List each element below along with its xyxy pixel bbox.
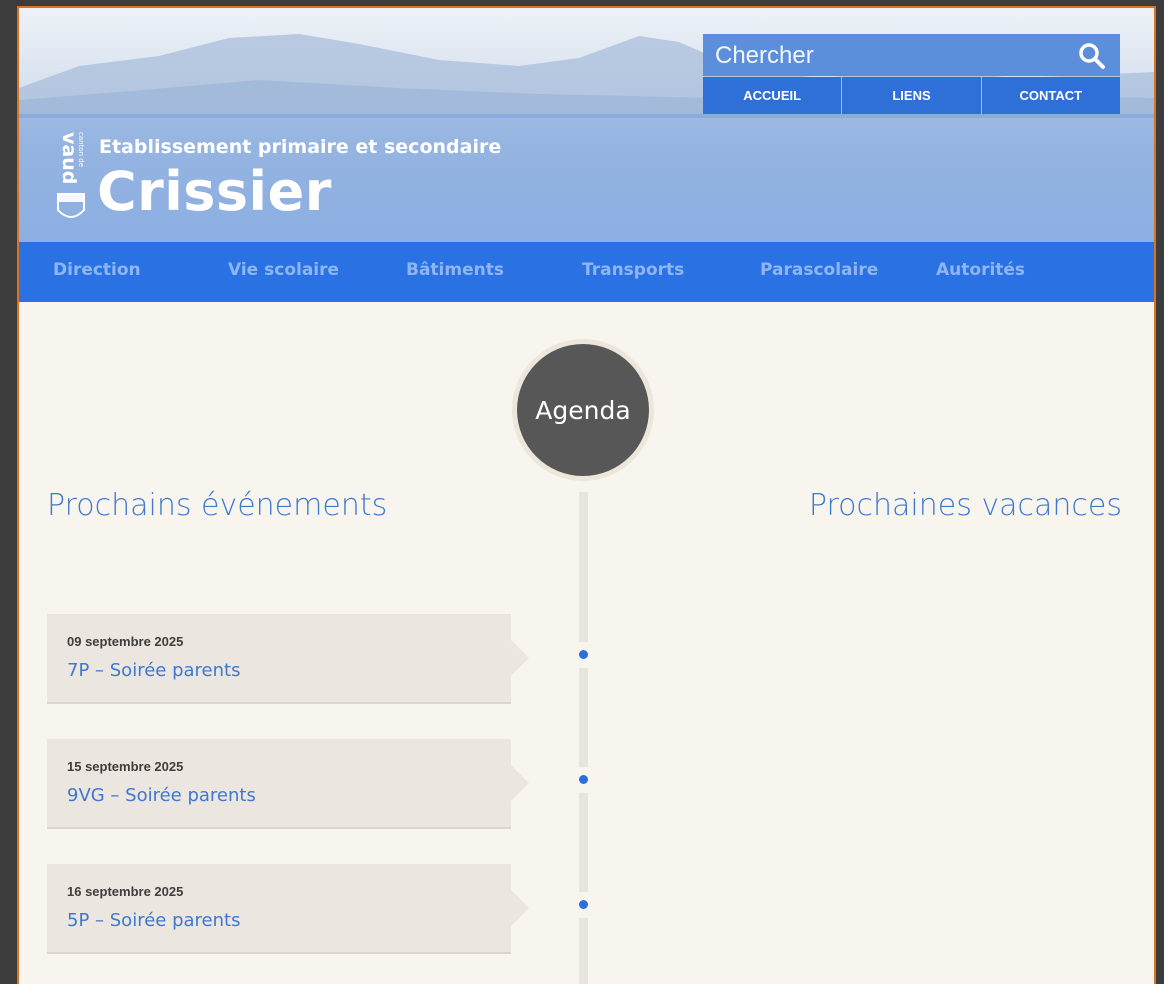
nav-item-batiments[interactable]: Bâtiments bbox=[406, 260, 504, 280]
main-nav: Direction Vie scolaire Bâtiments Transpo… bbox=[19, 242, 1154, 302]
timeline-dot bbox=[578, 767, 589, 793]
svg-text:vaud: vaud bbox=[58, 132, 80, 184]
vaud-crest-logo[interactable]: canton de vaud bbox=[55, 128, 87, 224]
agenda-badge: Agenda bbox=[517, 344, 649, 476]
search-placeholder: Chercher bbox=[715, 42, 814, 69]
nav-item-transports[interactable]: Transports bbox=[582, 260, 684, 280]
timeline-dot bbox=[578, 892, 589, 918]
top-link-contact[interactable]: CONTACT bbox=[980, 77, 1120, 114]
event-date: 15 septembre 2025 bbox=[67, 759, 184, 774]
upcoming-events-heading: Prochains événements bbox=[47, 488, 388, 523]
site-subtitle: Etablissement primaire et secondaire bbox=[99, 136, 502, 158]
page-frame: Chercher ACCUEIL LIENS CONTACT canton de… bbox=[17, 6, 1156, 984]
nav-item-autorites[interactable]: Autorités bbox=[936, 260, 1025, 280]
upcoming-holidays-heading: Prochaines vacances bbox=[808, 488, 1122, 523]
site-title[interactable]: Crissier bbox=[97, 160, 332, 223]
site-header: Chercher ACCUEIL LIENS CONTACT canton de… bbox=[19, 8, 1154, 242]
top-links: ACCUEIL LIENS CONTACT bbox=[703, 77, 1120, 114]
search-input[interactable]: Chercher bbox=[703, 34, 1120, 76]
nav-item-direction[interactable]: Direction bbox=[53, 260, 141, 280]
top-link-accueil[interactable]: ACCUEIL bbox=[703, 77, 842, 114]
event-card[interactable]: 09 septembre 2025 7P – Soirée parents bbox=[47, 614, 529, 704]
event-title-link[interactable]: 5P – Soirée parents bbox=[67, 910, 240, 931]
event-title-link[interactable]: 9VG – Soirée parents bbox=[67, 785, 256, 806]
event-date: 16 septembre 2025 bbox=[67, 884, 184, 899]
event-card[interactable]: 15 septembre 2025 9VG – Soirée parents bbox=[47, 739, 529, 829]
search-icon[interactable] bbox=[1078, 42, 1106, 70]
top-link-liens[interactable]: LIENS bbox=[841, 77, 981, 114]
event-card[interactable]: 16 septembre 2025 5P – Soirée parents bbox=[47, 864, 529, 954]
event-title-link[interactable]: 7P – Soirée parents bbox=[67, 660, 240, 681]
nav-item-parascolaire[interactable]: Parascolaire bbox=[760, 260, 878, 280]
event-date: 09 septembre 2025 bbox=[67, 634, 184, 649]
timeline-dot bbox=[578, 642, 589, 668]
nav-item-vie-scolaire[interactable]: Vie scolaire bbox=[228, 260, 339, 280]
